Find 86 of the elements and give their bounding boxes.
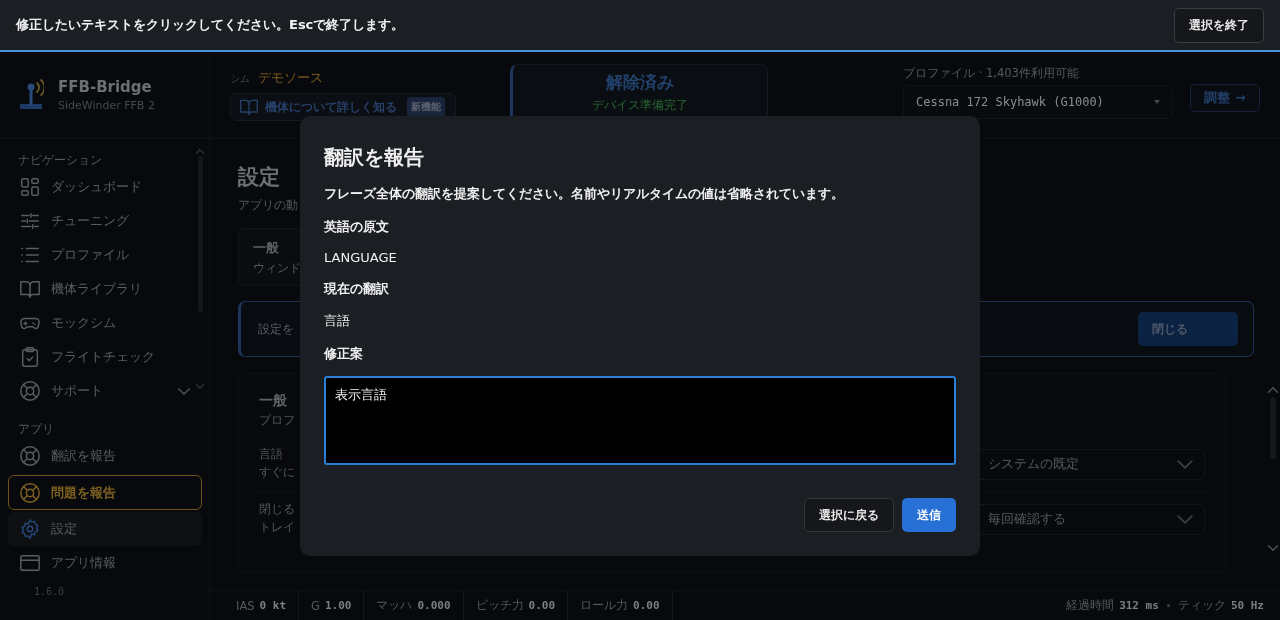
device-name: SideWinder FFB 2 xyxy=(58,99,155,112)
sidebar-item[interactable]: プロファイル xyxy=(8,238,202,272)
learn-more-button[interactable]: 機体について詳しく知る 新機能 xyxy=(230,93,456,121)
readout-value: 312 ms xyxy=(1119,599,1159,612)
new-badge: 新機能 xyxy=(407,97,445,117)
grid-icon xyxy=(19,176,41,198)
learn-more-label: 機体について詳しく知る xyxy=(265,98,397,116)
clipboard-icon xyxy=(19,346,41,368)
scroll-up-icon xyxy=(194,149,206,154)
sidebar-item[interactable]: 翻訳を報告 xyxy=(8,439,202,473)
sidebar-item[interactable]: ダッシュボード xyxy=(8,170,202,204)
field-label: 現在の翻訳 xyxy=(324,281,390,298)
app-name: FFB-Bridge xyxy=(58,78,153,96)
setting-description: すぐに xyxy=(259,464,295,481)
joystick-logo-icon xyxy=(18,78,44,112)
sidebar-item[interactable]: アプリ情報 xyxy=(8,546,202,580)
close-button[interactable]: 閉じる xyxy=(1138,312,1238,346)
readout-value: 1.00 xyxy=(325,599,352,612)
book-icon xyxy=(239,97,259,117)
field-label: 英語の原文 xyxy=(324,219,390,236)
separator-dot-icon xyxy=(1166,604,1170,607)
readout-value: 0.000 xyxy=(417,599,451,612)
sidebar-item[interactable]: サポート xyxy=(8,374,202,408)
tab-title: 一般 xyxy=(253,239,280,257)
readout-value: 0.00 xyxy=(633,599,660,612)
section-heading: アプリ xyxy=(18,422,55,437)
banner-text: 設定を xyxy=(258,320,294,338)
gear-icon xyxy=(19,518,41,540)
section-subtitle: プロフ xyxy=(259,412,295,429)
sidebar-item[interactable]: 設定 xyxy=(8,512,202,546)
readout-value: 50 Hz xyxy=(1230,599,1264,612)
submit-button[interactable]: 送信 xyxy=(902,498,956,532)
page-title: 設定 xyxy=(238,164,280,191)
version-label: 1.6.0 xyxy=(34,586,66,597)
readout-label: G xyxy=(311,598,320,613)
window-icon xyxy=(19,552,41,574)
dropdown-value: システムの既定 xyxy=(988,455,1079,473)
readout-value: 0 kt xyxy=(259,599,287,612)
chevron-down-icon xyxy=(1176,514,1194,524)
scrollbar-thumb[interactable] xyxy=(197,155,203,312)
dropdown-value: 毎回確認する xyxy=(988,510,1066,528)
sidebar-item[interactable]: フライトチェック xyxy=(8,340,202,374)
readout-label: ピッチ力 xyxy=(475,598,524,613)
page-subtitle: アプリの動 xyxy=(238,197,298,214)
setting-label: 言語 xyxy=(259,447,284,462)
adjust-button[interactable]: 調整 → xyxy=(1190,84,1260,112)
readout-label: マッハ xyxy=(376,598,413,613)
field-label: 修正案 xyxy=(324,346,364,363)
status-subtitle: デバイス準備完了 xyxy=(592,97,688,114)
profile-value: Cessna 172 Skyhawk (G1000) xyxy=(916,95,1104,109)
sidebar-item[interactable]: 問題を報告 xyxy=(8,475,202,510)
field-value: 言語 xyxy=(324,312,351,330)
exit-selection-button[interactable]: 選択を終了 xyxy=(1174,7,1264,43)
book-icon xyxy=(19,278,41,300)
status-title: 解除済み xyxy=(606,71,674,94)
readout-label: IAS xyxy=(236,598,255,613)
dialog-description: フレーズ全体の翻訳を提案してください。名前やリアルタイムの値は省略されています。 xyxy=(324,186,845,203)
section-title: 一般 xyxy=(259,392,287,410)
lifebuoy-icon xyxy=(19,481,41,504)
tab-description: ウィンド xyxy=(253,260,302,277)
sidebar-item[interactable]: チューニング xyxy=(8,204,202,238)
profile-count-label: プロファイル · 1,403件利用可能 xyxy=(903,66,1080,81)
suggestion-field[interactable]: 表示言語 xyxy=(324,376,956,465)
field-value: LANGUAGE xyxy=(324,250,398,265)
sim-source: デモソース xyxy=(258,69,323,87)
instruction-text: 修正したいテキストをクリックしてください。Escで終了します。 xyxy=(16,16,405,34)
sidebar-item[interactable]: モックシム xyxy=(8,306,202,340)
back-button[interactable]: 選択に戻る xyxy=(804,498,894,532)
setting-label: 閉じる xyxy=(259,502,295,517)
scroll-down-icon xyxy=(1267,545,1279,551)
readout-label: 経過時間 xyxy=(1066,598,1115,613)
setting-description: トレイ xyxy=(259,519,295,536)
lifebuoy-icon xyxy=(19,445,41,467)
sidebar-item[interactable]: 機体ライブラリ xyxy=(8,272,202,306)
readout-label: ティック xyxy=(1177,598,1226,613)
sliders-icon xyxy=(19,210,41,232)
dropdown-arrow-icon xyxy=(1154,100,1160,104)
scroll-up-icon xyxy=(1267,387,1279,393)
scroll-down-icon xyxy=(194,384,206,389)
lifebuoy-icon xyxy=(19,380,41,402)
readout-label: ロール力 xyxy=(580,598,629,613)
profile-select[interactable]: Cessna 172 Skyhawk (G1000) xyxy=(903,85,1173,119)
chevron-down-icon xyxy=(1176,459,1194,469)
dialog-title: 翻訳を報告 xyxy=(324,144,425,171)
readout-value: 0.00 xyxy=(528,599,556,612)
section-heading: ナビゲーション xyxy=(18,153,103,168)
